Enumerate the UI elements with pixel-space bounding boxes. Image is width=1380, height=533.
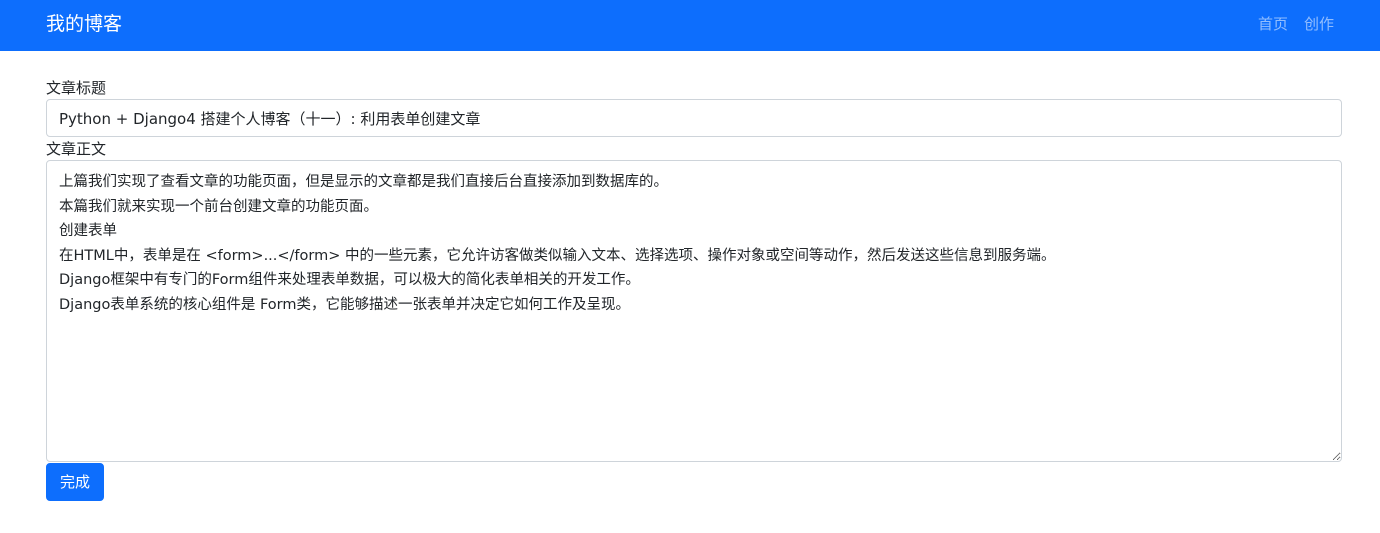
nav-link-home[interactable]: 首页 xyxy=(1258,13,1288,35)
title-input[interactable] xyxy=(46,99,1342,137)
body-textarea[interactable]: 上篇我们实现了查看文章的功能页面，但是显示的文章都是我们直接后台直接添加到数据库… xyxy=(46,160,1342,462)
body-label: 文章正文 xyxy=(46,140,107,158)
submit-button[interactable]: 完成 xyxy=(46,463,104,501)
navbar: 我的博客 首页 创作 xyxy=(0,0,1380,51)
nav-links: 首页 创作 xyxy=(1258,13,1334,35)
nav-link-create[interactable]: 创作 xyxy=(1304,13,1334,35)
brand-link[interactable]: 我的博客 xyxy=(46,11,122,37)
title-label: 文章标题 xyxy=(46,79,107,97)
article-form: 文章标题 文章正文 上篇我们实现了查看文章的功能页面，但是显示的文章都是我们直接… xyxy=(46,77,1342,501)
